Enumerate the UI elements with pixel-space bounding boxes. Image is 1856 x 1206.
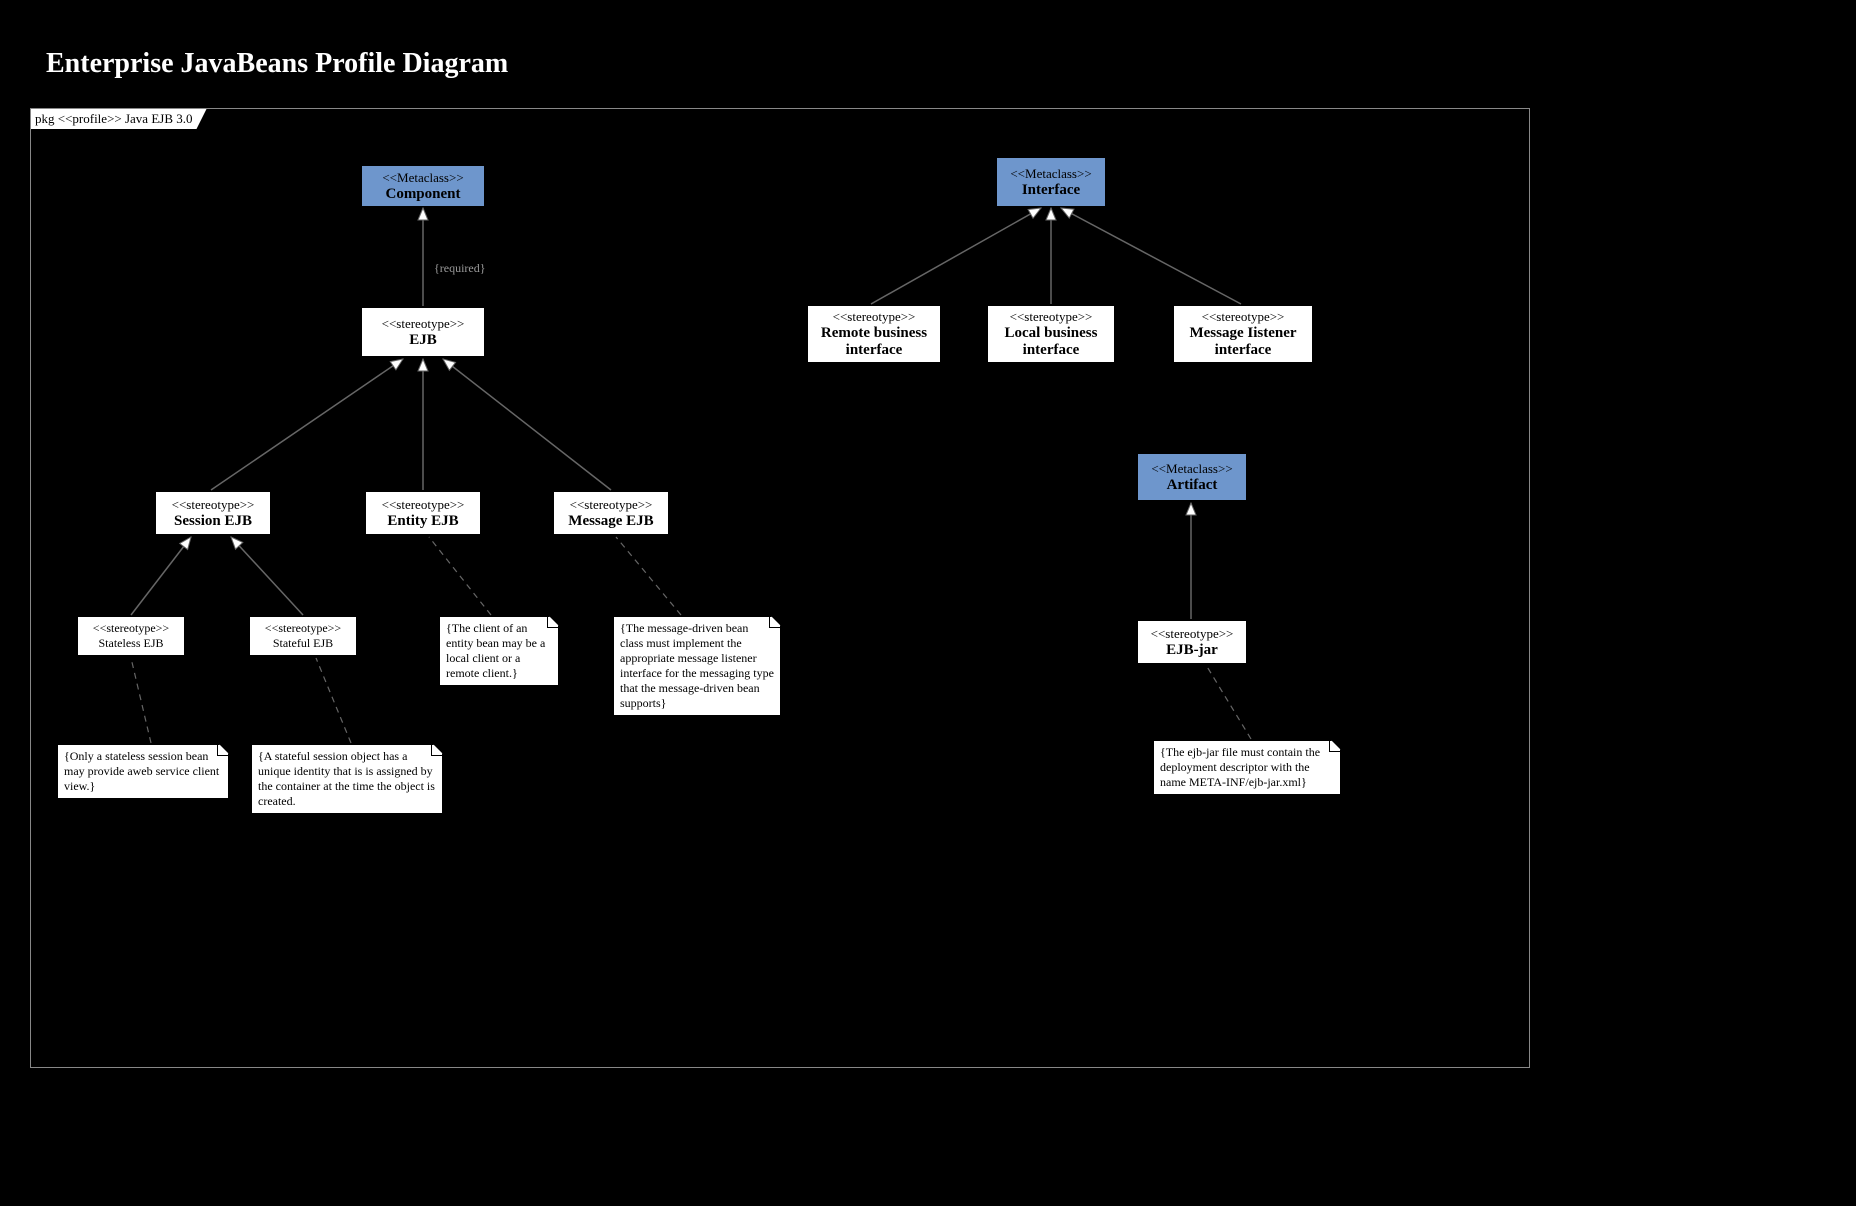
name-label: Stateful EJB	[256, 636, 350, 651]
diagram-title: Enterprise JavaBeans Profile Diagram	[46, 48, 508, 80]
stereo-label: <<stereotype>>	[162, 497, 264, 513]
name-label: EJB-jar	[1144, 642, 1240, 659]
note-message: {The message-driven bean class must impl…	[613, 616, 781, 716]
stereo-label: <<Metaclass>>	[1144, 461, 1240, 477]
stereo-label: <<stereotype>>	[372, 497, 474, 513]
name-label: EJB	[368, 332, 478, 349]
stereo-label: <<stereotype>>	[84, 621, 178, 636]
stereotype-message-ejb[interactable]: <<stereotype>> Message EJB	[553, 491, 669, 535]
note-ejbjar: {The ejb-jar file must contain the deplo…	[1153, 740, 1341, 795]
name-label: Interface	[1003, 182, 1099, 199]
stereo-label: <<stereotype>>	[1180, 309, 1306, 325]
stereotype-stateless-ejb[interactable]: <<stereotype>> Stateless EJB	[77, 616, 185, 656]
name-label: Artifact	[1144, 477, 1240, 494]
metaclass-artifact[interactable]: <<Metaclass>> Artifact	[1137, 453, 1247, 501]
stereo-label: <<stereotype>>	[994, 309, 1108, 325]
stereo-label: <<stereotype>>	[814, 309, 934, 325]
metaclass-component[interactable]: <<Metaclass>> Component	[361, 165, 485, 207]
stereo-label: <<stereotype>>	[560, 497, 662, 513]
name-label: Session EJB	[162, 513, 264, 530]
note-stateful: {A stateful session object has a unique …	[251, 744, 443, 814]
name-label: Component	[368, 186, 478, 203]
note-entity: {The client of an entity bean may be a l…	[439, 616, 559, 686]
name-label: Message EJB	[560, 513, 662, 530]
stereotype-listener-interface[interactable]: <<stereotype>> Message Iistener interfac…	[1173, 305, 1313, 363]
required-constraint-label: {required}	[434, 261, 486, 276]
metaclass-interface[interactable]: <<Metaclass>> Interface	[996, 157, 1106, 207]
name-label: Local business interface	[994, 325, 1108, 359]
stereo-label: <<stereotype>>	[256, 621, 350, 636]
name-label: Stateless EJB	[84, 636, 178, 651]
name-label: Remote business interface	[814, 325, 934, 359]
stereotype-entity-ejb[interactable]: <<stereotype>> Entity EJB	[365, 491, 481, 535]
stereo-label: <<stereotype>>	[1144, 626, 1240, 642]
name-label: Entity EJB	[372, 513, 474, 530]
diagram-frame: pkg <<profile>> Java EJB 3.0 <<Metaclas	[30, 108, 1530, 1068]
stereotype-ejb[interactable]: <<stereotype>> EJB	[361, 307, 485, 357]
stereotype-session-ejb[interactable]: <<stereotype>> Session EJB	[155, 491, 271, 535]
stereo-label: <<stereotype>>	[368, 316, 478, 332]
stereo-label: <<Metaclass>>	[1003, 166, 1099, 182]
stereo-label: <<Metaclass>>	[368, 170, 478, 186]
note-stateless: {Only a stateless session bean may provi…	[57, 744, 229, 799]
stereotype-remote-interface[interactable]: <<stereotype>> Remote business interface	[807, 305, 941, 363]
stereotype-ejb-jar[interactable]: <<stereotype>> EJB-jar	[1137, 620, 1247, 664]
name-label: Message Iistener interface	[1180, 325, 1306, 359]
stereotype-stateful-ejb[interactable]: <<stereotype>> Stateful EJB	[249, 616, 357, 656]
stereotype-local-interface[interactable]: <<stereotype>> Local business interface	[987, 305, 1115, 363]
edges-layer	[31, 109, 1531, 1069]
